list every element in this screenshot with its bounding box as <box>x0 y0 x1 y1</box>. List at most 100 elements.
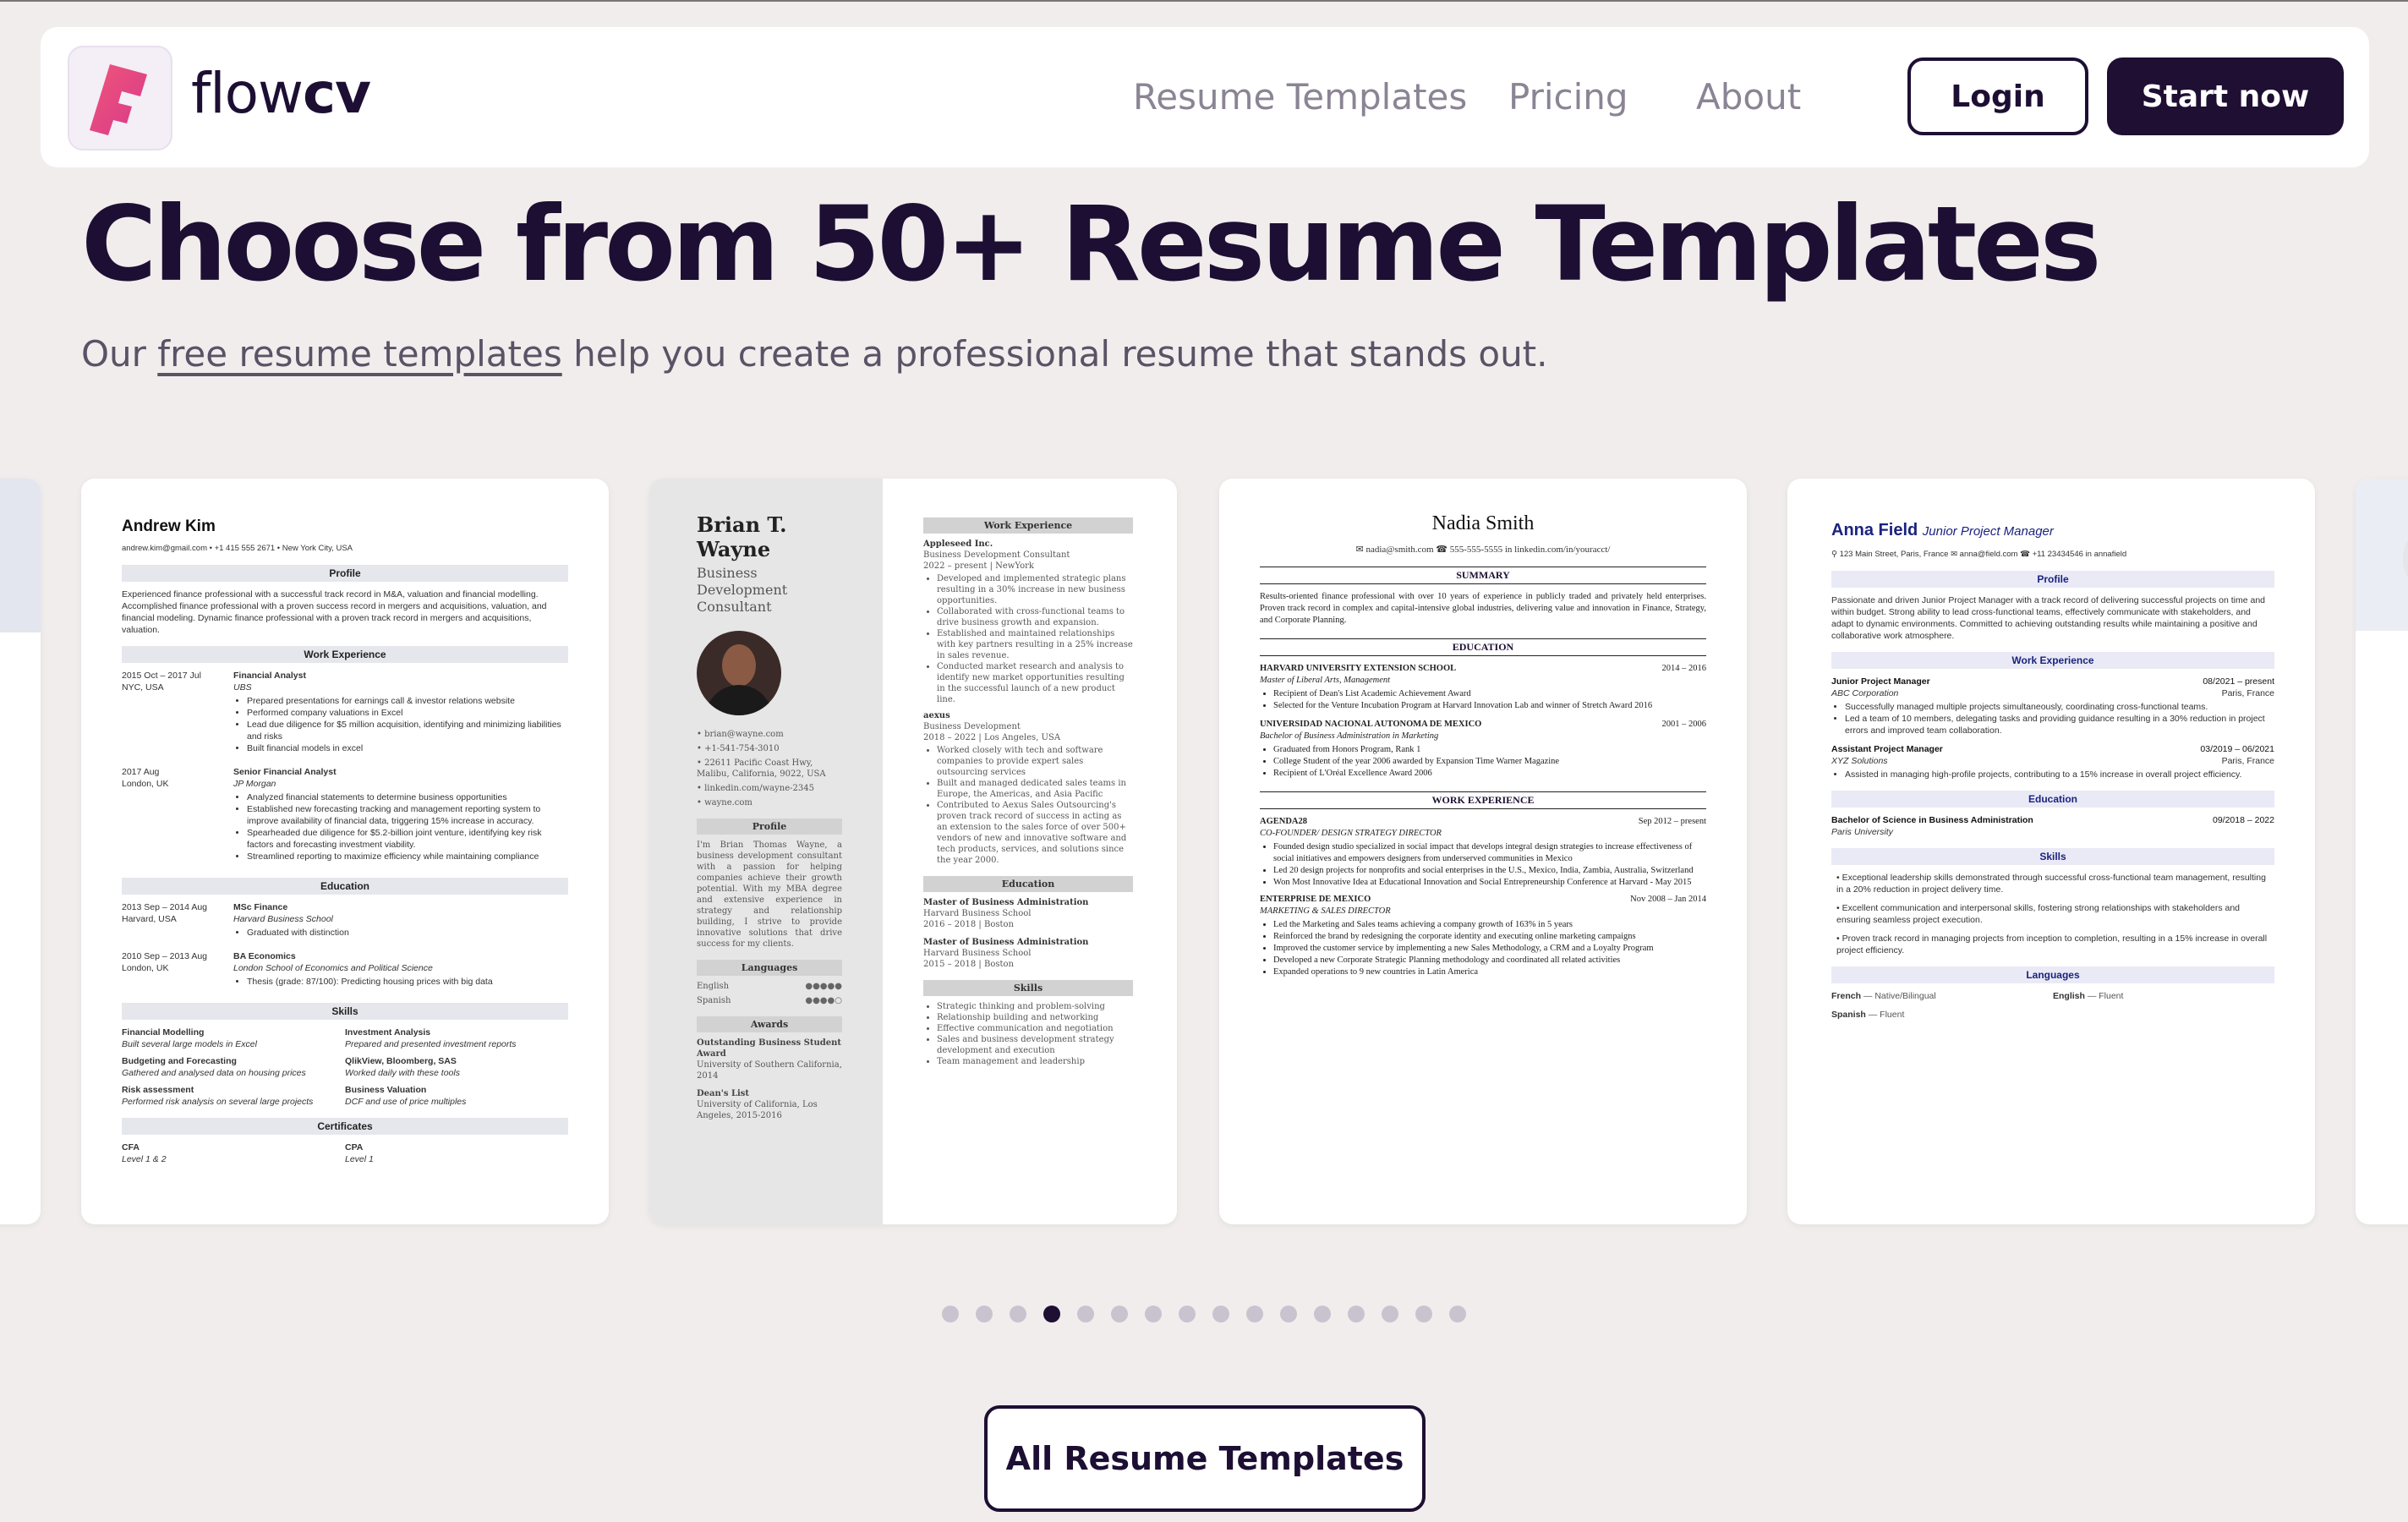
award-list: Outstanding Business Student Award Univer… <box>697 1037 842 1121</box>
resume-name: Brian T. Wayne <box>697 512 787 561</box>
section-heading: Skills <box>122 1003 568 1020</box>
job-subheader: ABC Corporation Paris, France <box>1831 687 2274 699</box>
carousel-dot[interactable] <box>1010 1306 1026 1322</box>
job-date: Sep 2012 – present <box>1638 817 1706 826</box>
education-details: MSc Finance Harvard Business School Gradua… <box>233 901 349 944</box>
job-subheader: XYZ Solutions Paris, France <box>1831 755 2274 767</box>
contact-item: • 22611 Pacific Coast Hwy, Malibu, Calif… <box>697 758 826 779</box>
skill-title: Business Valuation <box>345 1085 427 1095</box>
language-name: English <box>697 982 730 991</box>
carousel-dot[interactable] <box>1314 1306 1331 1322</box>
bullet-list: Graduated with distinction <box>247 927 349 939</box>
resume-name: Nadia Smith <box>1431 512 1535 534</box>
bullet-item: Led the Marketing and Sales teams achiev… <box>1273 919 1706 931</box>
carousel-dot[interactable] <box>1415 1306 1432 1322</box>
bullet-item: College Student of the year 2006 awarded… <box>1273 756 1706 768</box>
carousel-dot[interactable] <box>942 1306 959 1322</box>
language-list: French — Native/Bilingual English — Fluen… <box>1831 990 2274 1021</box>
carousel-dot[interactable] <box>1382 1306 1398 1322</box>
carousel-dot[interactable] <box>1449 1306 1466 1322</box>
template-card-brian-wayne[interactable]: Brian T. Wayne Business Development Cons… <box>649 479 1177 1224</box>
contact-item: • wayne.com <box>697 798 752 808</box>
job-date: Nov 2008 – Jan 2014 <box>1630 895 1706 904</box>
bullet-list: Prepared presentations for earnings call… <box>247 695 568 754</box>
bullet-item: Conducted market research and analysis t… <box>937 661 1133 705</box>
education-date: 2013 Sep – 2014 Aug Harvard, USA <box>122 901 233 944</box>
template-card-anna-field[interactable]: Anna Field Junior Project Manager ⚲ 123 … <box>1787 479 2315 1224</box>
skill-title: QlikView, Bloomberg, SAS <box>345 1056 457 1066</box>
education-list: HARVARD UNIVERSITY EXTENSION SCHOOL 2014 … <box>1260 663 1706 780</box>
free-resume-templates-link[interactable]: free resume templates <box>157 333 561 375</box>
nav-link-about[interactable]: About <box>1696 76 1801 118</box>
template-card-partial-right[interactable] <box>2356 479 2408 1224</box>
nav-link-pricing[interactable]: Pricing <box>1508 76 1628 118</box>
template-card-nadia-smith[interactable]: Nadia Smith ✉ nadia@smith.com ☎ 555-555-… <box>1219 479 1747 1224</box>
bullet-list: Analyzed financial statements to determi… <box>247 791 568 862</box>
education-entry: Master of Business Administration Harvard… <box>923 937 1133 970</box>
section-heading: Skills <box>1831 848 2274 865</box>
skills-bullets: Strategic thinking and problem-solvingRe… <box>937 1001 1133 1067</box>
carousel-dot[interactable] <box>1280 1306 1297 1322</box>
section-heading: Skills <box>923 980 1133 996</box>
job-company: AGENDA28 <box>1260 817 1308 826</box>
job-company: aexus <box>923 711 950 720</box>
bullet-item: Strategic thinking and problem-solving <box>937 1001 1133 1012</box>
language-level: — Native/Bilingual <box>1861 991 1936 1001</box>
school-meta: Harvard Business School 2015 – 2018 | Bo… <box>923 949 1032 969</box>
flowcv-logo-icon[interactable] <box>68 46 172 151</box>
skill-item: Financial Modelling Built several large m… <box>122 1027 345 1050</box>
job-location: London, UK <box>122 779 169 789</box>
bullet-item: Improved the customer service by impleme… <box>1273 943 1706 955</box>
skill-item: • Exceptional leadership skills demonstr… <box>1836 873 2266 895</box>
skills-list: • Exceptional leadership skills demonstr… <box>1831 872 2274 956</box>
carousel-dot[interactable] <box>1043 1306 1060 1322</box>
carousel-dot[interactable] <box>1212 1306 1229 1322</box>
skill-item: Business Valuation DCF and use of price m… <box>345 1084 568 1108</box>
bullet-item: Selected for the Venture Incubation Prog… <box>1273 700 1706 712</box>
bullet-list: Thesis (grade: 87/100): Predicting housi… <box>247 976 493 988</box>
skill-title: Financial Modelling <box>122 1027 205 1037</box>
job-details: Financial AnalystUBS Prepared presentatio… <box>233 670 568 759</box>
bullet-item: Analyzed financial statements to determi… <box>247 791 568 803</box>
carousel-dot[interactable] <box>1077 1306 1094 1322</box>
carousel-dot[interactable] <box>976 1306 993 1322</box>
template-card-andrew-kim[interactable]: Andrew Kim andrew.kim@gmail.com • +1 415… <box>81 479 609 1224</box>
contact-item: • brian@wayne.com <box>697 730 784 739</box>
degree-title: Master of Business Administration <box>923 938 1089 947</box>
job-entry: aexus Business Development 2018 – 2022 | … <box>923 710 1133 866</box>
bullet-item: Spearheaded due diligence for $5.2-billi… <box>247 827 568 851</box>
carousel-dot[interactable] <box>1246 1306 1263 1322</box>
resume-contact: andrew.kim@gmail.com • +1 415 555 2671 •… <box>122 544 353 553</box>
skills-list: Strategic thinking and problem-solvingRe… <box>923 1001 1133 1067</box>
degree-title: Master of Liberal Arts, Management <box>1260 676 1391 685</box>
bullet-item: Contributed to Aexus Sales Outsourcing's… <box>937 800 1133 866</box>
start-now-button[interactable]: Start now <box>2107 57 2344 135</box>
award-title: Outstanding Business Student Award <box>697 1038 842 1059</box>
language-level: ●●●●● <box>805 982 842 991</box>
carousel-dot[interactable] <box>1348 1306 1365 1322</box>
skill-item: Risk assessment Performed risk analysis o… <box>122 1084 345 1108</box>
education-date: 2010 Sep – 2013 Aug London, UK <box>122 950 233 993</box>
education-date: 2001 – 2006 <box>1661 720 1707 729</box>
bullet-item: Won Most Innovative Idea at Educational … <box>1273 877 1706 889</box>
bullet-item: Relationship building and networking <box>937 1012 1133 1023</box>
login-button[interactable]: Login <box>1907 57 2088 135</box>
logo-wordmark[interactable]: flowcv <box>191 61 371 126</box>
carousel-dot[interactable] <box>1111 1306 1128 1322</box>
carousel-dot[interactable] <box>1179 1306 1196 1322</box>
bullet-item: Built and managed dedicated sales teams … <box>937 778 1133 800</box>
nav-link-resume-templates[interactable]: Resume Templates <box>1133 76 1467 118</box>
avatar <box>697 631 781 715</box>
section-heading: Education <box>122 878 568 895</box>
skill-title: Risk assessment <box>122 1085 194 1095</box>
job-company: ABC Corporation <box>1831 688 1899 698</box>
job-title: Financial Analyst <box>233 671 306 681</box>
section-heading: Education <box>1831 791 2274 808</box>
language-name: English <box>2053 991 2085 1001</box>
school-name: UNIVERSIDAD NACIONAL AUTONOMA DE MEXICO <box>1260 720 1482 729</box>
certificate-desc: Level 1 & 2 <box>122 1154 167 1164</box>
template-card-partial-left[interactable] <box>0 479 41 1224</box>
all-resume-templates-button[interactable]: All Resume Templates <box>984 1405 1426 1512</box>
carousel-dot[interactable] <box>1145 1306 1162 1322</box>
bullet-list: Successfully managed multiple projects s… <box>1845 701 2274 736</box>
